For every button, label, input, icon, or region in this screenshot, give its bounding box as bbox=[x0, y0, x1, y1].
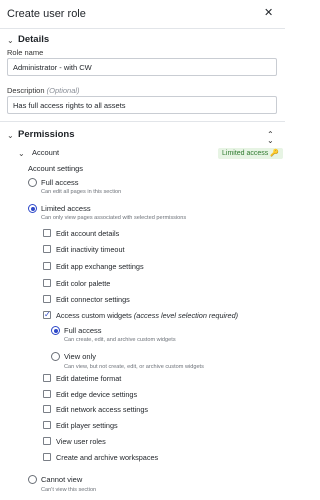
widgets-full-access-desc: Can create, edit, and archive custom wid… bbox=[64, 337, 176, 343]
widgets-view-only-radio[interactable] bbox=[51, 352, 60, 361]
permission-label[interactable]: Edit app exchange settings bbox=[56, 262, 144, 271]
checkbox[interactable] bbox=[43, 405, 51, 413]
badge-label: Limited access bbox=[222, 150, 269, 157]
chevron-down-icon[interactable]: ⌄ bbox=[18, 149, 25, 158]
permission-label[interactable]: Edit network access settings bbox=[56, 405, 148, 414]
full-access-radio[interactable] bbox=[28, 178, 37, 187]
checkbox[interactable] bbox=[43, 437, 51, 445]
cannot-view-radio[interactable] bbox=[28, 475, 37, 484]
checkbox[interactable] bbox=[43, 421, 51, 429]
account-title[interactable]: Account bbox=[32, 148, 59, 157]
cannot-view-desc: Can't view this section bbox=[41, 487, 97, 493]
divider bbox=[0, 121, 285, 122]
checkbox[interactable] bbox=[43, 245, 51, 253]
custom-widgets-checkbox[interactable] bbox=[43, 310, 51, 319]
dialog-title: Create user role bbox=[7, 8, 86, 20]
widgets-view-only-desc: Can view, but not create, edit, or archi… bbox=[64, 364, 204, 370]
permission-label[interactable]: Edit connector settings bbox=[56, 295, 130, 304]
checkbox[interactable] bbox=[43, 229, 51, 237]
checkbox[interactable] bbox=[43, 262, 51, 270]
description-input[interactable]: Has full access rights to all assets bbox=[7, 96, 277, 114]
custom-widgets-note: (access level selection required) bbox=[133, 311, 239, 320]
full-access-title[interactable]: Full access bbox=[41, 178, 79, 187]
permission-label[interactable]: Edit color palette bbox=[56, 279, 110, 288]
custom-widgets-label[interactable]: Access custom widgets (access level sele… bbox=[56, 311, 238, 320]
widgets-full-access-radio[interactable] bbox=[51, 326, 60, 335]
limited-access-radio[interactable] bbox=[28, 204, 37, 213]
status-badge: Limited access 🔑 bbox=[218, 148, 283, 159]
details-section-title[interactable]: Details bbox=[18, 34, 49, 45]
widgets-view-only-title[interactable]: View only bbox=[64, 352, 96, 361]
checkbox[interactable] bbox=[43, 453, 51, 461]
role-name-label: Role name bbox=[7, 48, 44, 57]
chevron-down-icon[interactable]: ⌄ bbox=[7, 131, 14, 140]
permission-label[interactable]: Edit player settings bbox=[56, 421, 118, 430]
cannot-view-title[interactable]: Cannot view bbox=[41, 475, 82, 484]
full-access-desc: Can edit all pages in this section bbox=[41, 189, 122, 195]
account-settings-label: Account settings bbox=[28, 164, 84, 173]
role-name-input[interactable]: Administrator - with CW bbox=[7, 58, 277, 76]
checkbox[interactable] bbox=[43, 390, 51, 398]
checkbox[interactable] bbox=[43, 279, 51, 287]
permission-label[interactable]: Create and archive workspaces bbox=[56, 453, 158, 462]
checkbox[interactable] bbox=[43, 374, 51, 382]
permission-label[interactable]: Edit inactivity timeout bbox=[56, 245, 125, 254]
limited-access-title[interactable]: Limited access bbox=[41, 204, 91, 213]
permissions-section-title[interactable]: Permissions bbox=[18, 129, 75, 140]
description-optional: (Optional) bbox=[46, 86, 80, 95]
custom-widgets-label-text: Access custom widgets bbox=[56, 311, 132, 320]
chevron-down-icon[interactable]: ⌄ bbox=[7, 36, 14, 45]
close-icon[interactable]: ✕ bbox=[264, 7, 273, 19]
description-label-text: Description bbox=[7, 86, 45, 95]
permission-label[interactable]: Edit edge device settings bbox=[56, 390, 137, 399]
permission-label[interactable]: View user roles bbox=[56, 437, 106, 446]
dialog-header: Create user role ✕ bbox=[0, 0, 285, 29]
permission-label[interactable]: Edit datetime format bbox=[56, 374, 121, 383]
key-icon: 🔑 bbox=[270, 150, 279, 157]
collapse-all-icon[interactable]: ⌃ ⌄ bbox=[267, 131, 274, 145]
permission-label[interactable]: Edit account details bbox=[56, 229, 119, 238]
description-label: Description (Optional) bbox=[7, 86, 80, 95]
limited-access-desc: Can only view pages associated with sele… bbox=[41, 215, 187, 221]
checkbox[interactable] bbox=[43, 295, 51, 303]
widgets-full-access-title[interactable]: Full access bbox=[64, 326, 102, 335]
